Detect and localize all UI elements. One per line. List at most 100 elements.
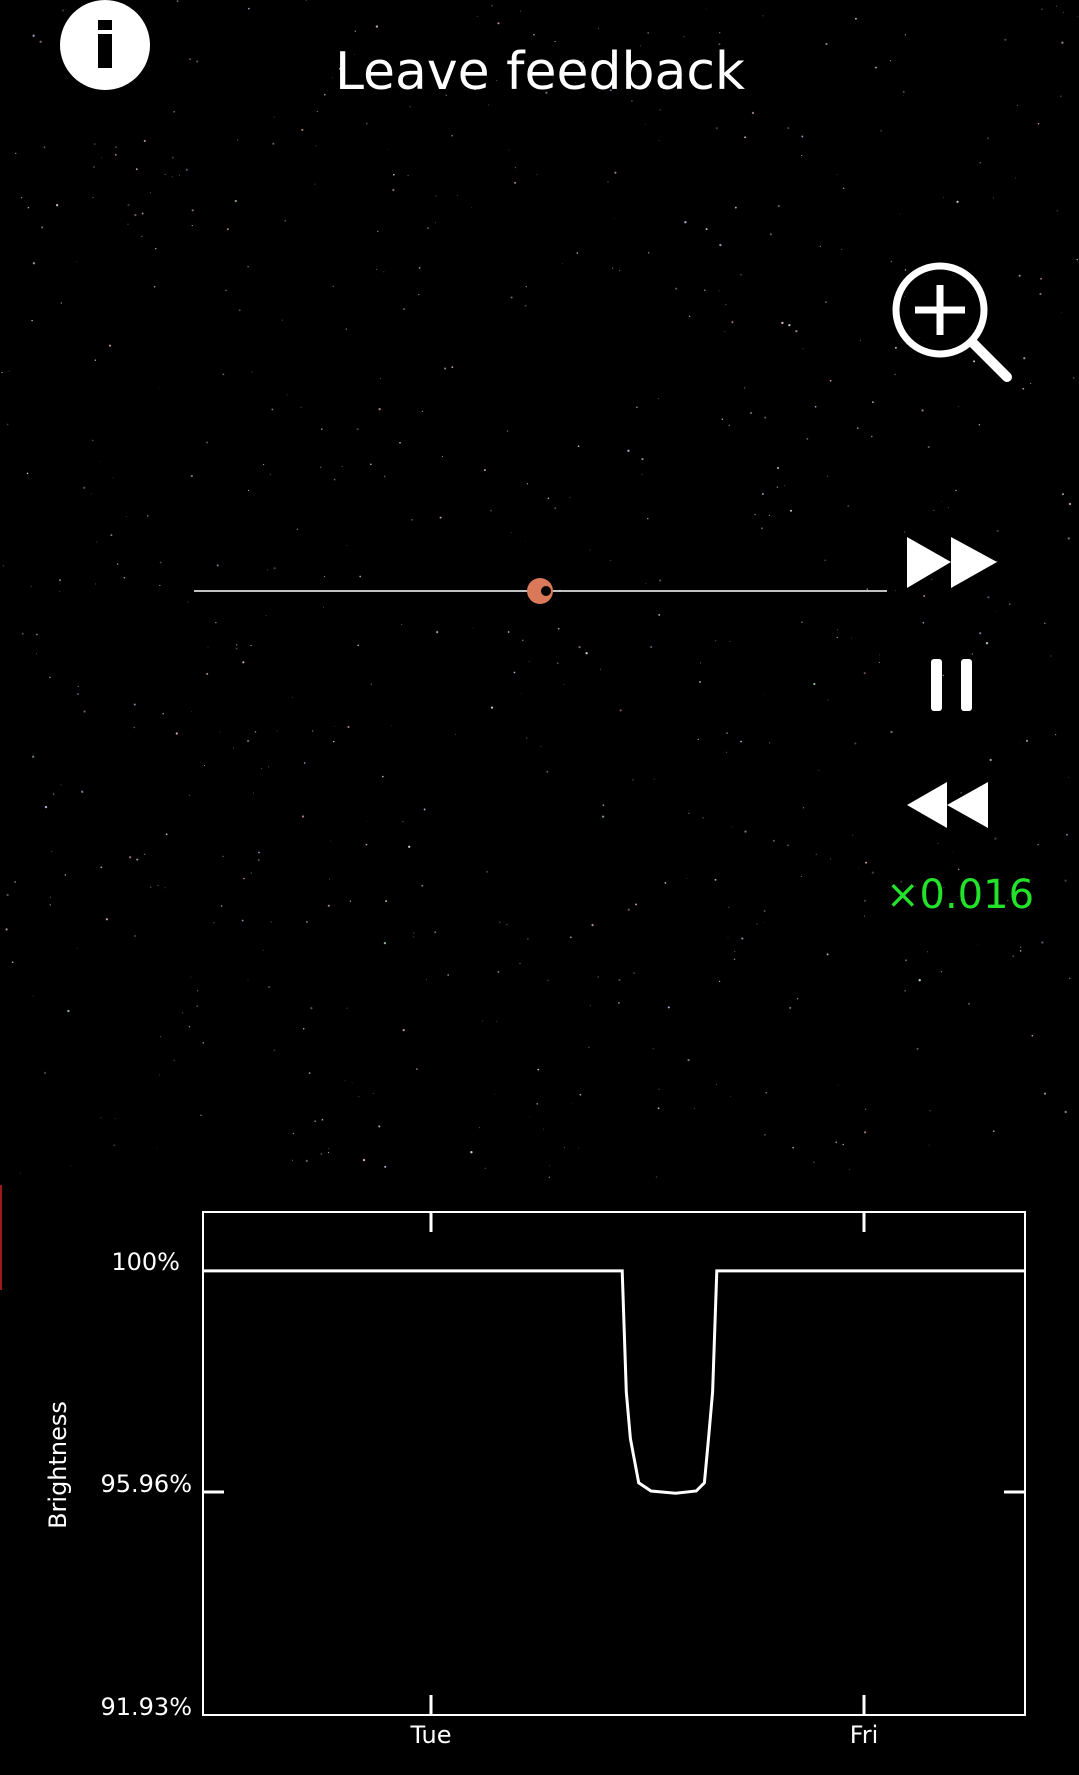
star (20, 197, 23, 199)
star (849, 1169, 850, 1171)
star (112, 477, 114, 479)
star (880, 130, 882, 132)
star (730, 367, 732, 369)
star (418, 267, 421, 269)
star (850, 637, 852, 639)
star (402, 820, 404, 823)
star (258, 851, 260, 854)
star (146, 515, 149, 517)
star (377, 230, 379, 232)
star (769, 233, 772, 236)
star (175, 732, 178, 735)
star (854, 17, 857, 20)
y-axis-label: Brightness (44, 1401, 72, 1529)
star (1068, 776, 1070, 778)
star (648, 252, 650, 254)
star (526, 483, 529, 485)
star (488, 104, 490, 106)
star (836, 174, 838, 176)
star (391, 725, 392, 726)
star (402, 307, 406, 311)
star (547, 979, 549, 981)
star (90, 493, 92, 495)
star (333, 478, 336, 481)
star (588, 1046, 590, 1048)
star (977, 944, 979, 946)
star (618, 1002, 620, 1004)
star (784, 485, 786, 486)
star (928, 1144, 930, 1146)
star (242, 661, 245, 664)
star (863, 672, 866, 675)
star (996, 529, 999, 532)
star (763, 694, 765, 696)
rewind-button[interactable] (905, 780, 990, 830)
star (179, 174, 180, 176)
star (442, 456, 443, 457)
star (247, 739, 250, 743)
star (320, 1153, 323, 1155)
star (354, 30, 357, 32)
star (100, 1117, 102, 1119)
star (191, 209, 194, 212)
star (1041, 8, 1043, 10)
star (927, 445, 930, 449)
star (141, 235, 143, 238)
star (143, 853, 146, 856)
brightness-curve (203, 1269, 1025, 1495)
star (253, 792, 255, 794)
star (401, 624, 403, 626)
pause-button[interactable] (925, 655, 980, 715)
star (39, 40, 42, 43)
fast-forward-button[interactable] (905, 535, 1000, 590)
star (923, 594, 926, 598)
star (927, 951, 929, 953)
star (247, 489, 250, 492)
star (1068, 502, 1072, 506)
star (329, 878, 331, 880)
star (58, 579, 62, 582)
star (520, 693, 522, 695)
star (940, 500, 942, 502)
star (381, 775, 384, 778)
star (756, 923, 758, 925)
zoom-in-button[interactable] (885, 255, 1015, 385)
star (683, 36, 685, 38)
star (60, 302, 63, 304)
star (562, 263, 563, 265)
star (35, 653, 37, 655)
star (234, 199, 237, 203)
star (864, 1131, 867, 1134)
star (787, 844, 789, 847)
star (250, 644, 252, 647)
star (619, 709, 622, 712)
star (824, 301, 827, 304)
star (734, 206, 737, 209)
star (344, 1080, 346, 1082)
star (14, 881, 16, 883)
leave-feedback-link[interactable]: Leave feedback (300, 42, 780, 102)
star (698, 680, 702, 684)
info-button[interactable] (60, 0, 150, 90)
star (842, 1143, 844, 1146)
star (351, 1082, 353, 1084)
star (156, 1147, 158, 1148)
star (150, 886, 152, 888)
star (497, 22, 500, 25)
star (731, 826, 732, 828)
star (957, 405, 960, 408)
star (451, 134, 454, 137)
star (247, 7, 250, 10)
star (852, 834, 854, 836)
star (310, 1007, 313, 1010)
star (215, 622, 217, 624)
star (11, 961, 14, 964)
star (835, 1141, 838, 1144)
star (235, 644, 238, 646)
star (658, 1088, 660, 1090)
star (627, 449, 630, 452)
star (650, 646, 653, 648)
star (788, 323, 791, 327)
star (1019, 742, 1021, 743)
star (675, 287, 678, 290)
